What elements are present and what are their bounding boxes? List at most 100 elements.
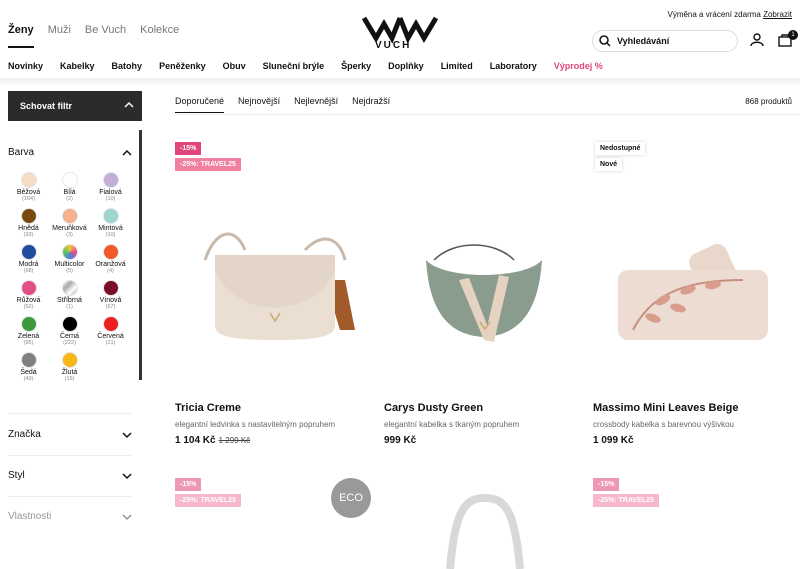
product-name[interactable]: Massimo Mini Leaves Beige <box>593 402 739 414</box>
chevron-down-icon <box>122 472 132 479</box>
color-name: Mintová <box>98 225 123 232</box>
nav-sale[interactable]: Výprodej % <box>554 61 603 71</box>
nav-laboratory[interactable]: Laboratory <box>490 61 537 71</box>
sidebar-scrollbar[interactable] <box>139 130 142 380</box>
color-count: (222) <box>63 340 76 346</box>
top-nav: Ženy Muži Be Vuch Kolekce <box>8 24 179 48</box>
top-nav-be-vuch[interactable]: Be Vuch <box>85 24 126 48</box>
filter-style-header[interactable]: Styl <box>8 470 132 481</box>
color-swatch[interactable]: Černá (222) <box>49 316 90 346</box>
return-info: Výměna a vrácení zdarma Zobrazit <box>667 10 792 19</box>
chevron-down-icon <box>122 431 132 438</box>
price-old: 1 299 Kč <box>218 436 251 445</box>
nav-shoes[interactable]: Obuv <box>223 61 246 71</box>
filter-style-title: Styl <box>8 470 25 481</box>
color-swatch[interactable]: Béžová (164) <box>8 172 49 202</box>
sort-cheapest[interactable]: Nejlevnější <box>294 96 338 113</box>
filter-props-header[interactable]: Vlastnosti <box>8 511 132 522</box>
color-swatch[interactable]: Meruňková (3) <box>49 208 90 238</box>
color-swatch[interactable]: Zelená (95) <box>8 316 49 346</box>
color-swatch-circle <box>61 280 78 296</box>
color-swatch[interactable]: Vínová (67) <box>90 280 131 310</box>
product-desc: elegantní kabelka s tkaným popruhem <box>384 420 520 429</box>
color-swatch-circle <box>102 280 119 296</box>
filter-brand-header[interactable]: Značka <box>8 429 132 440</box>
filter-color-title: Barva <box>8 147 35 158</box>
search-icon <box>599 35 611 47</box>
top-nav-collections[interactable]: Kolekce <box>140 24 179 48</box>
color-count: (5) <box>66 268 73 274</box>
color-swatch[interactable]: Růžová (52) <box>8 280 49 310</box>
sort-recommended[interactable]: Doporučené <box>175 96 225 113</box>
product-image[interactable] <box>384 130 584 380</box>
color-swatch-circle <box>61 316 78 332</box>
search-input[interactable]: Vyhledávání <box>592 30 738 52</box>
color-name: Zelená <box>17 333 40 340</box>
nav-jewelry[interactable]: Šperky <box>341 61 371 71</box>
coupon-badge: -25%: TRAVEL25 <box>175 158 241 171</box>
color-swatch[interactable]: Bílá (2) <box>49 172 90 202</box>
color-name: Fialová <box>99 189 122 196</box>
color-count: (10) <box>105 196 116 202</box>
sort-tabs: Doporučené Nejnovější Nejlevnější Nejdra… <box>175 96 390 113</box>
bag-image-partial <box>446 493 524 569</box>
user-icon[interactable] <box>750 33 764 47</box>
nav-backpacks[interactable]: Batohy <box>112 61 143 71</box>
sort-most-expensive[interactable]: Nejdražší <box>352 96 390 113</box>
price-current: 1 104 Kč <box>175 435 216 446</box>
color-swatch[interactable]: Hnědá (93) <box>8 208 49 238</box>
nav-sunglasses[interactable]: Sluneční brýle <box>263 61 325 71</box>
color-swatch-circle <box>61 208 78 224</box>
nav-accessories[interactable]: Doplňky <box>388 61 424 71</box>
color-swatch-circle <box>20 244 37 260</box>
filter-color-header[interactable]: Barva <box>8 147 132 158</box>
sort-newest[interactable]: Nejnovější <box>238 96 280 113</box>
new-badge: Nové <box>595 158 623 171</box>
color-swatch[interactable]: Červená (21) <box>90 316 131 346</box>
color-swatch[interactable]: Šedá (49) <box>8 352 49 382</box>
color-name: Šedá <box>20 369 37 376</box>
color-swatch-circle <box>20 208 37 224</box>
hide-filter-button[interactable]: Schovat filtr <box>8 91 142 121</box>
color-count: (49) <box>23 376 34 382</box>
color-swatch-circle <box>102 208 119 224</box>
discount-badge: -15% <box>593 478 620 491</box>
discount-badge: -15% <box>175 478 202 491</box>
top-nav-women[interactable]: Ženy <box>8 24 34 48</box>
nav-handbags[interactable]: Kabelky <box>60 61 95 71</box>
color-swatch[interactable]: Fialová (10) <box>90 172 131 202</box>
nav-news[interactable]: Novinky <box>8 61 43 71</box>
color-name: Meruňková <box>52 225 87 232</box>
color-count: (15) <box>64 376 75 382</box>
cart-count-badge: 1 <box>788 30 798 40</box>
eco-badge: ECO <box>331 478 371 518</box>
color-name: Vínová <box>99 297 122 304</box>
return-info-link[interactable]: Zobrazit <box>763 10 792 19</box>
return-info-text: Výměna a vrácení zdarma <box>667 10 761 19</box>
color-swatch-circle <box>102 244 119 260</box>
color-name: Oranžová <box>95 261 126 268</box>
color-name: Hnědá <box>18 225 39 232</box>
filter-props-title: Vlastnosti <box>8 511 52 522</box>
product-name[interactable]: Tricia Creme <box>175 402 241 414</box>
color-swatch[interactable]: Oranžová (4) <box>90 244 131 274</box>
color-name: Modrá <box>18 261 39 268</box>
color-name: Žlutá <box>61 369 78 376</box>
color-swatch[interactable]: Žlutá (15) <box>49 352 90 382</box>
chevron-down-icon <box>122 513 132 520</box>
color-name: Stříbrná <box>57 297 82 304</box>
color-swatch[interactable]: Modrá (68) <box>8 244 49 274</box>
product-name[interactable]: Carys Dusty Green <box>384 402 483 414</box>
top-nav-men[interactable]: Muži <box>48 24 71 48</box>
color-name: Bílá <box>63 189 76 196</box>
nav-limited[interactable]: Limited <box>441 61 473 71</box>
main-nav: Novinky Kabelky Batohy Peněženky Obuv Sl… <box>8 61 603 71</box>
color-swatch[interactable]: Mintová (10) <box>90 208 131 238</box>
nav-wallets[interactable]: Peněženky <box>159 61 206 71</box>
color-name: Béžová <box>16 189 41 196</box>
color-swatch-circle <box>20 172 37 188</box>
color-swatch-circle <box>102 316 119 332</box>
color-swatch[interactable]: Stříbrná (1) <box>49 280 90 310</box>
color-swatch[interactable]: Multicolor (5) <box>49 244 90 274</box>
product-image[interactable] <box>593 130 793 380</box>
